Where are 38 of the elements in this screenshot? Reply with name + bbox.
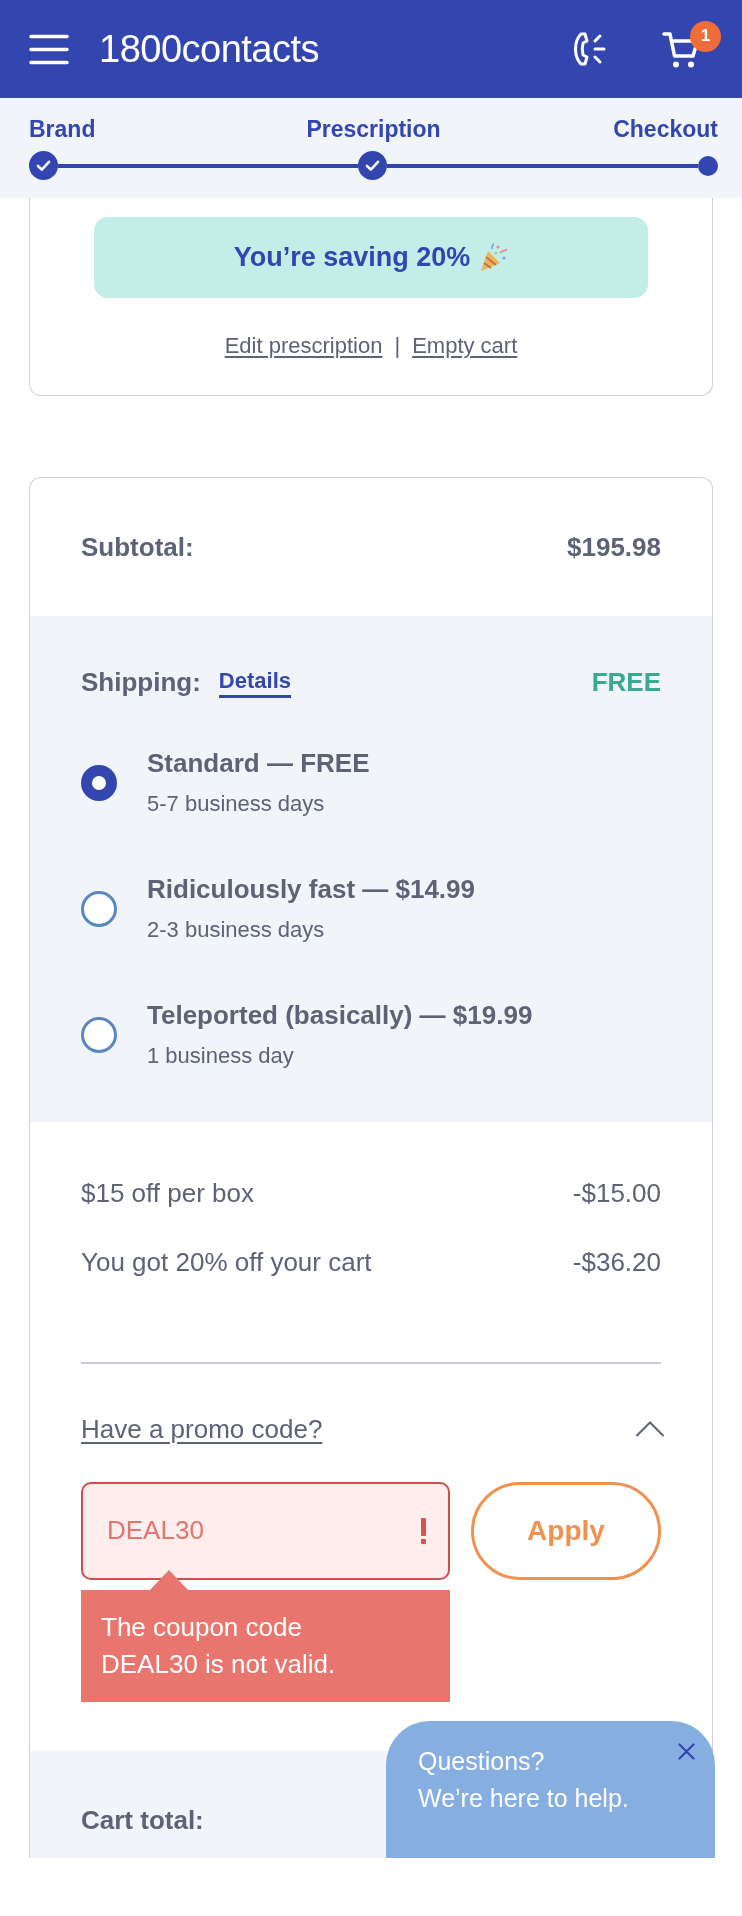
chat-message: We’re here to help.	[418, 1783, 629, 1814]
chevron-icon[interactable]	[635, 1420, 665, 1437]
cart-action-link[interactable]: Edit prescription	[224, 333, 383, 359]
subtotal-value: $195.98	[567, 530, 661, 564]
shipping-label: Shipping:	[81, 665, 201, 699]
cart-count-badge: 1	[690, 20, 721, 52]
step-label[interactable]: Checkout	[613, 116, 718, 142]
shipping-option-subtitle: 1 business day	[147, 1042, 295, 1070]
exclamation-icon	[421, 1517, 426, 1544]
promo-code-toggle[interactable]: Have a promo code?	[81, 1411, 323, 1446]
shipping-option-subtitle: 5-7 business days	[147, 790, 326, 818]
discount-label: You got 20% off your cart	[81, 1246, 372, 1279]
discount-value: -$36.20	[572, 1246, 661, 1279]
error-tooltip: The coupon code DEAL30 is not valid.	[81, 1589, 450, 1702]
details-link[interactable]: Details	[218, 666, 291, 698]
menu-icon[interactable]	[29, 33, 69, 65]
logo[interactable]: 1800contacts	[99, 30, 320, 68]
tooltip-arrow-icon	[149, 1569, 189, 1591]
discount-value: -$15.00	[572, 1177, 661, 1210]
shipping-option-title: Teleported (basically) — $19.99	[147, 999, 533, 1031]
shipping-option-title: Standard — FREE	[147, 747, 370, 779]
shipping-option-title: Ridiculously fast — $14.99	[147, 873, 475, 905]
radio-button[interactable]	[81, 765, 117, 801]
shipping-value: FREE	[591, 665, 661, 699]
shipping-option-subtitle: 2-3 business days	[147, 916, 326, 944]
step-label[interactable]: Prescription	[306, 116, 441, 142]
close-icon[interactable]	[678, 1743, 695, 1760]
chat-title: Questions?	[418, 1746, 545, 1777]
cart-total-label: Cart total:	[81, 1804, 204, 1835]
radio-button[interactable]	[81, 1017, 117, 1053]
step-label[interactable]: Brand	[29, 116, 96, 142]
savings-text: You’re saving 20%	[233, 241, 471, 275]
discount-label: $15 off per box	[81, 1177, 254, 1210]
party-popper-icon	[478, 242, 509, 273]
radio-button[interactable]	[81, 891, 117, 927]
separator: |	[394, 333, 401, 359]
cart-action-link[interactable]: Empty cart	[412, 333, 518, 359]
subtotal-label: Subtotal:	[81, 530, 194, 564]
